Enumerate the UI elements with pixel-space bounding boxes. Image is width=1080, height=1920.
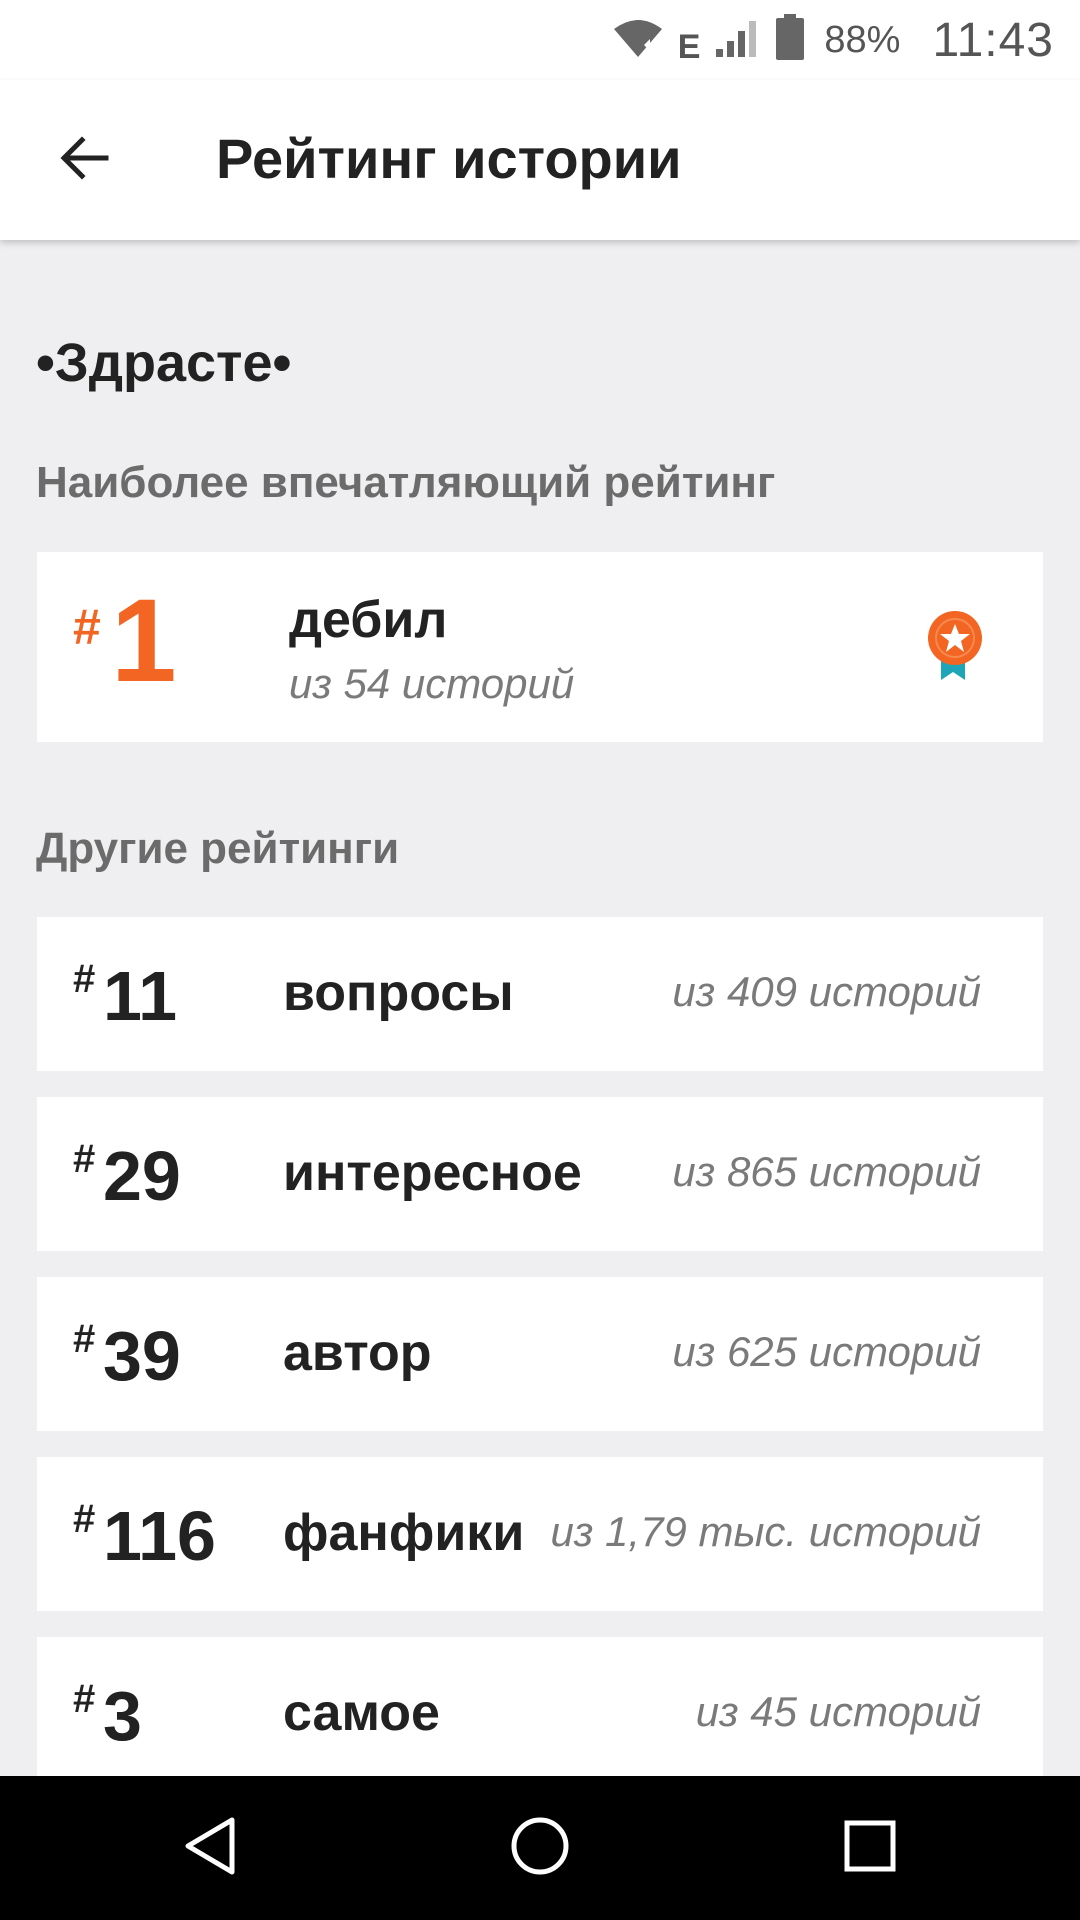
ranking-row[interactable]: # 11 вопросы из 409 историй: [37, 917, 1043, 1071]
rank-hash: #: [73, 1137, 96, 1181]
battery-percent: 88%: [824, 18, 901, 61]
clock: 11:43: [932, 13, 1054, 67]
ranking-row[interactable]: # 3 самое из 45 историй: [37, 1637, 1043, 1776]
rank-hash: #: [73, 1317, 96, 1361]
wifi-icon: [612, 17, 664, 64]
ranking-story-count: из 409 историй: [672, 968, 981, 1015]
rank-number: 11: [103, 957, 177, 1035]
nav-back-button[interactable]: [174, 1812, 246, 1884]
nav-home-circle-icon: [509, 1815, 571, 1882]
medal-star-icon: [925, 610, 985, 684]
rank-number: 3: [103, 1677, 142, 1755]
ranking-story-count: из 1,79 тыс. историй: [550, 1508, 982, 1555]
ranking-tag: самое: [283, 1684, 440, 1742]
story-title: •Здрасте•: [36, 333, 292, 393]
rank-hash: #: [73, 599, 101, 655]
ranking-row[interactable]: # 116 фанфики из 1,79 тыс. историй: [37, 1457, 1043, 1611]
battery-icon: [774, 13, 806, 67]
nav-home-button[interactable]: [504, 1812, 576, 1884]
back-button[interactable]: [48, 124, 120, 196]
ranking-tag: вопросы: [283, 964, 514, 1022]
app-bar: Рейтинг истории: [0, 80, 1080, 240]
ranking-tag: дебил: [289, 591, 448, 649]
status-bar: E 88% 11:43: [0, 0, 1080, 80]
best-ranking-header: Наиболее впечатляющий рейтинг: [36, 458, 776, 507]
ranking-tag: интересное: [283, 1144, 582, 1202]
ranking-row[interactable]: # 39 автор из 625 историй: [37, 1277, 1043, 1431]
ranking-tag: фанфики: [283, 1504, 525, 1562]
nav-recents-square-icon: [842, 1818, 898, 1879]
nav-recents-button[interactable]: [834, 1812, 906, 1884]
rank-hash: #: [73, 957, 96, 1001]
ranking-row[interactable]: # 29 интересное из 865 историй: [37, 1097, 1043, 1251]
ranking-story-count: из 625 историй: [672, 1328, 981, 1375]
arrow-left-icon: [58, 132, 110, 189]
ranking-story-count: из 865 историй: [672, 1148, 981, 1195]
ranking-story-count: из 54 историй: [289, 660, 575, 707]
other-rankings-header: Другие рейтинги: [36, 824, 400, 873]
rank-hash: #: [73, 1677, 96, 1721]
best-ranking-card[interactable]: # 1 дебил из 54 историй: [37, 552, 1043, 742]
network-type-label: E: [677, 27, 701, 66]
page-title: Рейтинг истории: [216, 127, 682, 190]
ranking-story-count: из 45 историй: [695, 1688, 981, 1735]
ranking-tag: автор: [283, 1324, 432, 1382]
status-icons: E 88% 11:43: [612, 12, 1054, 68]
signal-icon: [714, 17, 760, 64]
rank-number: 39: [103, 1317, 181, 1395]
rank-number: 29: [103, 1137, 181, 1215]
nav-back-triangle-icon: [182, 1816, 238, 1881]
rank-number: 116: [103, 1497, 216, 1575]
rank-number: 1: [111, 575, 177, 707]
system-nav-bar: [0, 1776, 1080, 1920]
rank-hash: #: [73, 1497, 96, 1541]
